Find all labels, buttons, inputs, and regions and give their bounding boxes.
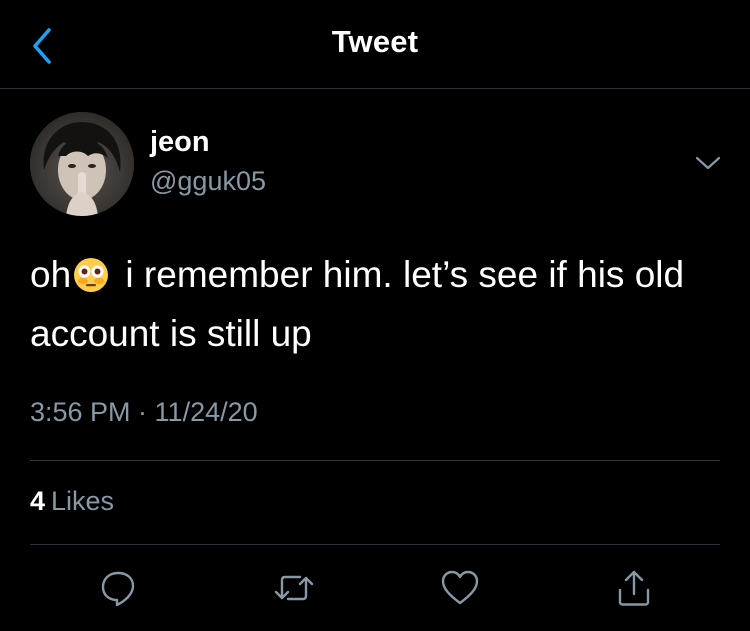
retweet-icon (274, 575, 314, 601)
like-icon (441, 570, 479, 605)
flushed-face-emoji (74, 258, 109, 292)
share-button[interactable] (612, 566, 656, 610)
more-options-button[interactable] (690, 148, 726, 178)
avatar[interactable] (30, 112, 134, 216)
retweet-button[interactable] (272, 566, 316, 610)
likes-label: Likes (51, 486, 115, 516)
likes-stat[interactable]: 4 Likes (30, 486, 114, 517)
reply-button[interactable] (96, 566, 140, 610)
tweet-text: oh i remember him. let’s see if his old … (30, 245, 720, 363)
page-title: Tweet (331, 24, 419, 59)
divider (30, 460, 720, 461)
share-icon (618, 570, 650, 606)
like-button[interactable] (438, 566, 482, 610)
tweet-timestamp[interactable]: 3:56 PM · 11/24/20 (30, 397, 258, 428)
likes-count: 4 (30, 486, 46, 516)
top-bar: Tweet (0, 0, 750, 89)
divider (30, 544, 720, 545)
author-display-name[interactable]: jeon (150, 126, 210, 159)
tweet-text-start: oh (30, 254, 72, 295)
reply-icon (101, 571, 135, 607)
avatar-photo (30, 112, 134, 216)
tweet-text-rest: i remember him. let’s see if his old acc… (30, 254, 685, 354)
author-handle[interactable]: @gguk05 (150, 166, 266, 197)
chevron-down-icon (695, 156, 721, 170)
